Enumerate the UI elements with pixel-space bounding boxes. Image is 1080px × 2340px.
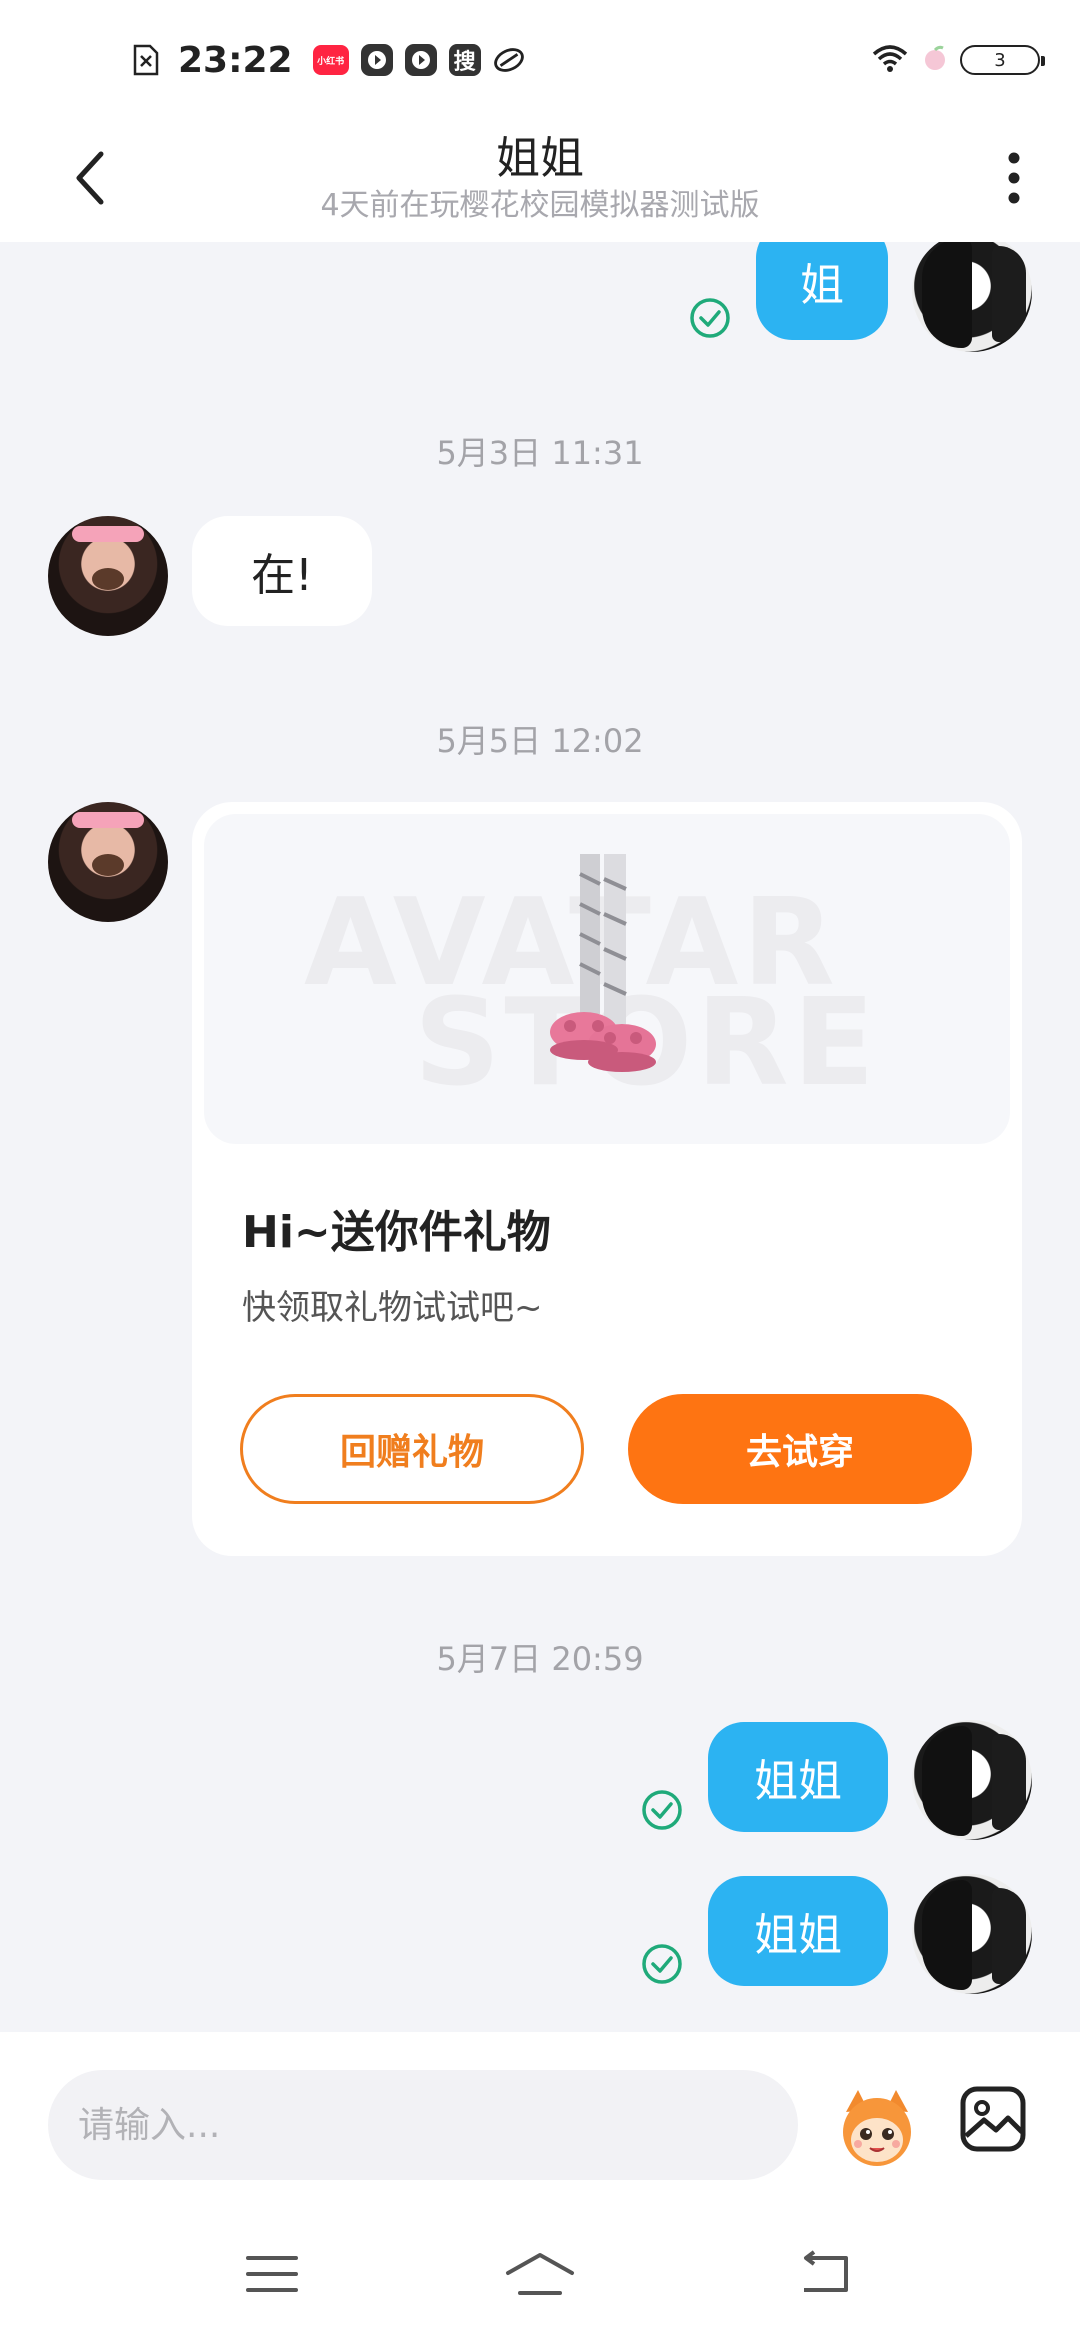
image-button[interactable] <box>958 2084 1028 2154</box>
my-avatar[interactable] <box>912 1720 1032 1840</box>
message-text: 在! <box>251 550 313 601</box>
mascot-icon <box>843 2090 911 2166</box>
read-check-icon <box>690 298 730 338</box>
status-right: 3 <box>870 40 1045 80</box>
home-button[interactable] <box>500 2244 580 2304</box>
recent-apps-button[interactable] <box>232 2244 312 2304</box>
read-check-icon <box>642 1790 682 1830</box>
status-left: 23:22 小红书 搜 <box>130 36 525 84</box>
wifi-icon <box>870 42 910 78</box>
more-button[interactable] <box>984 138 1044 218</box>
read-check-icon <box>642 1944 682 1984</box>
message-bubble-outgoing[interactable]: 姐姐 <box>708 1876 888 1986</box>
status-bar: 23:22 小红书 搜 3 <box>0 0 1080 112</box>
message-list[interactable]: 姐 5月3日 11:31 在! 5月5日 12:02 AVATAR STORE <box>0 242 1080 2032</box>
system-nav-bar <box>0 2208 1080 2340</box>
chat-header: 姐姐 4天前在玩樱花校园模拟器测试版 <box>0 112 1080 242</box>
contact-name: 姐姐 <box>496 133 584 184</box>
gift-card[interactable]: AVATAR STORE Hi~送你件礼物 快领取礼物试试吧~ 回赠礼物 去试穿 <box>192 802 1022 1556</box>
home-icon <box>506 2253 574 2295</box>
more-icon <box>1008 152 1020 204</box>
chat-screen: 23:22 小红书 搜 3 姐姐 4天前在玩樱花校园模拟器测试版 姐 5月3日 … <box>0 0 1080 2340</box>
sim-error-icon <box>130 43 162 77</box>
video-app-icon <box>360 44 393 76</box>
gift-item-image <box>550 854 656 1072</box>
my-avatar[interactable] <box>912 242 1032 352</box>
gift-title: Hi~送你件礼物 <box>242 1207 551 1258</box>
menu-icon <box>246 2256 298 2292</box>
peach-icon <box>922 44 948 76</box>
battery-indicator: 3 <box>960 45 1045 75</box>
my-avatar[interactable] <box>912 1874 1032 1994</box>
message-text: 姐姐 <box>754 1910 842 1961</box>
message-bubble-outgoing[interactable]: 姐姐 <box>708 1722 888 1832</box>
message-text: 姐 <box>800 260 844 311</box>
sticker-button[interactable] <box>832 2082 922 2172</box>
message-timestamp: 5月7日 20:59 <box>436 1640 644 1678</box>
message-text: 姐姐 <box>754 1756 842 1807</box>
gift-image[interactable]: AVATAR STORE <box>204 814 1010 1144</box>
video-app-icon-2 <box>404 44 437 76</box>
message-timestamp: 5月5日 12:02 <box>436 722 644 760</box>
message-input[interactable] <box>48 2070 798 2180</box>
message-timestamp: 5月3日 11:31 <box>436 434 644 472</box>
xiaohongshu-icon: 小红书 <box>312 45 349 75</box>
message-bubble-incoming[interactable]: 在! <box>192 516 372 626</box>
try-on-button[interactable]: 去试穿 <box>628 1394 972 1504</box>
contact-avatar[interactable] <box>48 516 168 636</box>
search-app-icon: 搜 <box>448 44 481 76</box>
contact-activity: 4天前在玩樱花校园模拟器测试版 <box>320 188 760 223</box>
message-bubble-outgoing[interactable]: 姐 <box>756 242 888 340</box>
return-gift-button[interactable]: 回赠礼物 <box>240 1394 584 1504</box>
gift-description: 快领取礼物试试吧~ <box>242 1288 543 1328</box>
clock: 23:22 <box>178 39 293 81</box>
image-icon <box>960 2086 1026 2152</box>
back-nav-icon <box>804 2250 848 2292</box>
composer-bar <box>0 2032 1080 2208</box>
back-nav-button[interactable] <box>784 2244 864 2304</box>
link-app-icon <box>493 43 525 77</box>
contact-avatar[interactable] <box>48 802 168 922</box>
